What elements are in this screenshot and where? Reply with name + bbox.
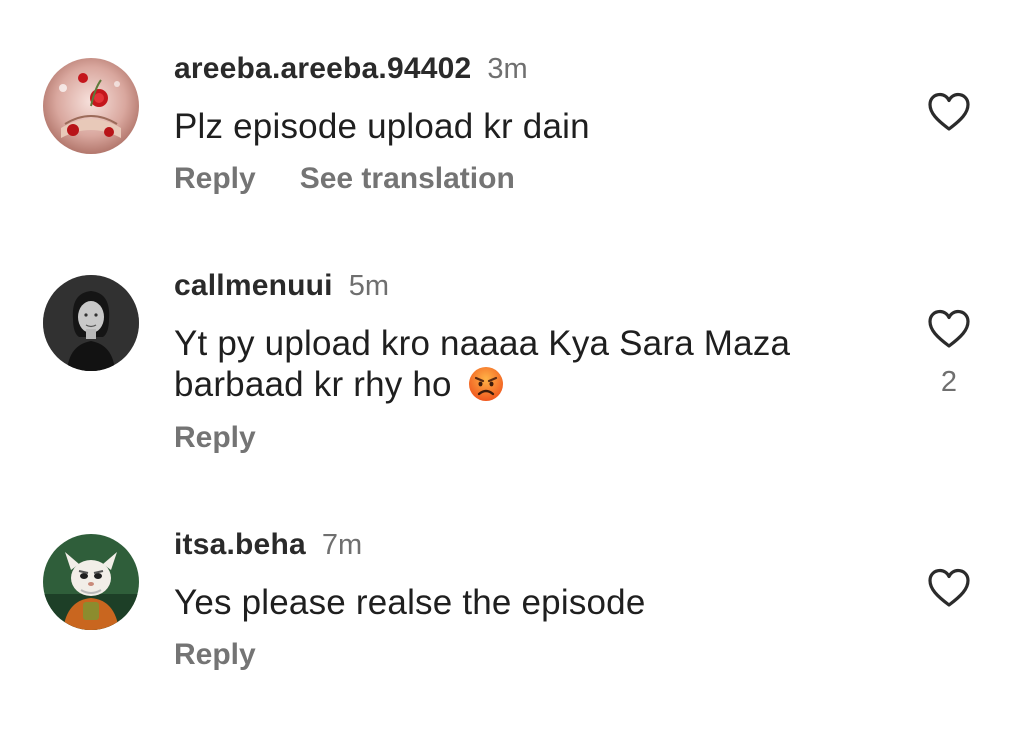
reply-button[interactable]: Reply xyxy=(174,638,256,672)
heart-icon xyxy=(928,568,970,607)
cartoon-master-avatar-icon xyxy=(43,534,139,630)
like-button[interactable] xyxy=(927,568,971,608)
username[interactable]: itsa.beha xyxy=(174,528,306,562)
comment-item: itsa.beha 7m Yes please realse the episo… xyxy=(0,0,1024,700)
comment-text: Yes please realse the episode xyxy=(174,583,646,622)
timestamp: 7m xyxy=(321,529,363,561)
avatar[interactable] xyxy=(43,534,139,630)
